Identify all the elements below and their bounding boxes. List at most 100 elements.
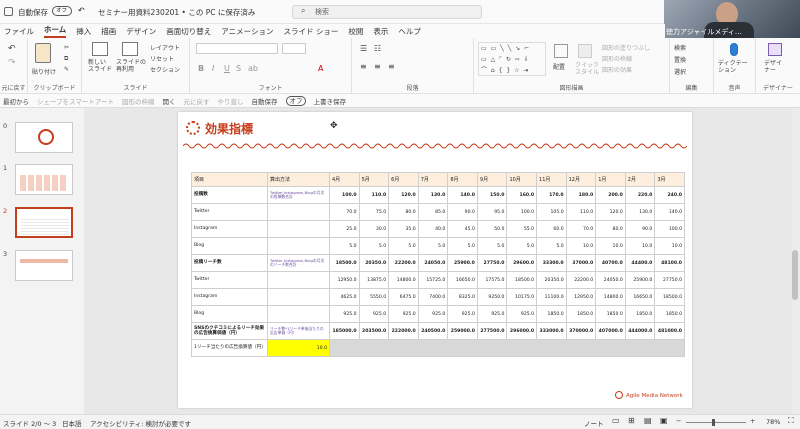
save-icon[interactable] [4,7,13,16]
replace-button[interactable]: 置換 [674,55,686,64]
section-button[interactable]: セクション [150,65,180,74]
shapes-gallery[interactable]: ▭ ▭ ╲ ╲ ↘ ⌐ ▭ △ ⌜ ↻ ⇨ ⇩ ⌒ ⌂ { } ☆ ⇥ [478,42,546,76]
save-overwrite-button[interactable]: 上書き保存 [314,96,347,106]
arrange-icon[interactable] [554,44,568,58]
table-cell: 90.0 [624,220,656,238]
table-cell: 25900.0 [447,254,478,272]
designer-icon[interactable] [768,43,782,56]
shape-fill-button[interactable]: 図形の塗りつぶし [602,43,650,52]
table-row: Instagram 4625.0 5550.0 6475.0 7400.0 8325.0 9… [191,288,685,306]
slide-thumbnail-3[interactable] [15,250,73,281]
zoom-level[interactable]: 78% [766,418,780,426]
numbering-icon[interactable]: ☷ [374,44,381,53]
fit-to-window-icon[interactable]: ⛶ [788,416,794,426]
slide-title[interactable]: 効果指標 [205,120,253,137]
shape-effects-button[interactable]: 図形の効果 [602,65,632,74]
tab-design[interactable]: デザイン [126,26,156,37]
zoom-slider[interactable] [686,422,746,423]
paste-icon[interactable] [35,43,51,63]
bold-icon[interactable]: B [198,64,204,73]
cut-icon[interactable]: ✂ [64,44,69,51]
zoom-in-icon[interactable]: + [750,417,755,425]
tab-insert[interactable]: 挿入 [76,26,91,37]
open-button[interactable]: 開く [163,96,176,106]
undo-icon[interactable]: ↶ [78,6,85,15]
bullets-icon[interactable]: ☰ [360,44,367,53]
format-painter-icon[interactable]: ✎ [64,66,69,73]
accessibility-status[interactable]: アクセシビリティ: 検討が必要です [90,418,191,428]
find-button[interactable]: 検索 [674,43,686,52]
table-cell: 14800.0 [595,288,626,306]
font-color-icon[interactable]: A [318,64,323,73]
paste-button[interactable]: 貼り付け [32,67,56,76]
shadow-icon[interactable]: S [236,64,241,73]
zoom-out-icon[interactable]: − [676,417,681,425]
reuse-slide-button[interactable]: スライドの 再利用 [116,59,146,73]
zoom-slider-thumb[interactable] [712,419,715,426]
new-slide-icon[interactable] [92,42,108,56]
tab-view[interactable]: 表示 [373,26,388,37]
normal-view-icon[interactable]: ▭ [612,416,620,425]
reading-view-icon[interactable]: ▤ [644,416,652,425]
select-button[interactable]: 選択 [674,67,686,76]
quick-style-icon[interactable] [578,44,592,58]
strikethrough-icon[interactable]: ab [248,64,258,73]
table-row: 1リーチ当たりの広告換算値（円） 10.0 [191,339,685,357]
shape-outline-qat-button[interactable]: 図形の枠線 [122,96,155,106]
search-input[interactable]: 検索 [292,5,482,19]
font-name-field[interactable] [196,43,278,54]
tab-help[interactable]: ヘルプ [398,26,421,37]
redo-qat-button[interactable]: やり直し [218,96,244,106]
designer-button[interactable]: デザイ ナー [764,60,782,74]
reset-button[interactable]: リセット [150,54,174,63]
sorter-view-icon[interactable]: ⊞ [628,416,635,425]
table-cell: 1850.0 [654,305,685,323]
layout-button[interactable]: レイアウト [150,43,180,52]
arrange-button[interactable]: 配置 [553,62,565,71]
notes-button[interactable]: ノート [584,418,604,428]
kpi-table[interactable]: 項目 算出方法 4月 5月 6月 7月 8月 9月 10月 11月 12月 1月 2月 3月 投稿数 Twit… [191,172,685,357]
table-header-cell: 4月 [329,172,360,187]
quick-style-button[interactable]: クイック スタイル [575,62,599,76]
tab-slideshow[interactable]: スライド ショー [283,26,338,37]
shape-outline-button[interactable]: 図形の枠線 [602,54,632,63]
reuse-slide-icon[interactable] [122,42,138,56]
smartart-button[interactable]: シェープをスマートアート [37,96,114,106]
tab-file[interactable]: ファイル [4,26,34,37]
table-row: Twitter 70.0 75.0 80.0 85.0 90.0 95.0 100.0 105.… [191,203,685,221]
undo-qat-button[interactable]: 元に戻す [184,96,210,106]
dictate-button[interactable]: ディクテー ション [718,60,748,74]
font-size-field[interactable] [282,43,306,54]
undo-button[interactable]: ↶ [8,44,16,54]
slide-thumbnail-0[interactable] [15,122,73,153]
autosave-qat-toggle[interactable]: オフ [285,95,306,106]
align-right-icon[interactable]: ≡ [388,62,395,71]
underline-icon[interactable]: U [224,64,230,73]
redo-button[interactable]: ↷ [8,58,16,68]
table-cell: 30.0 [358,220,390,238]
table-header-cell: 8月 [447,172,478,187]
row-label: SNSのクチコミによるリーチ効果の広告換算価値（円） [191,322,268,340]
document-title[interactable]: セミナー用資料230201 • この PC に保存済み [98,7,255,18]
tab-transitions[interactable]: 画面切り替え [166,26,211,37]
slideshow-view-icon[interactable]: ▣ [660,416,668,425]
language-indicator[interactable]: 日本語 [62,418,82,428]
new-slide-button[interactable]: 新しい スライド [88,59,112,73]
tab-draw[interactable]: 描画 [101,26,116,37]
slide-thumbnail-1[interactable] [15,164,73,195]
microphone-icon[interactable] [730,43,738,56]
table-cell: 110.0 [565,203,597,221]
scrollbar-thumb[interactable] [792,250,798,300]
slide-thumbnail-2[interactable] [14,206,74,239]
row-method [267,271,330,289]
copy-icon[interactable]: ⧉ [64,55,68,63]
start-from-beginning-button[interactable]: 最初から [3,96,29,106]
tab-home[interactable]: ホーム [44,24,67,38]
tab-review[interactable]: 校閲 [348,26,363,37]
table-cell: 14800.0 [388,271,419,289]
align-center-icon[interactable]: ≡ [374,62,381,71]
align-left-icon[interactable]: ≡ [360,62,367,71]
italic-icon[interactable]: I [212,64,214,73]
autosave-toggle[interactable]: オフ [52,6,72,16]
tab-animations[interactable]: アニメーション [221,26,273,37]
